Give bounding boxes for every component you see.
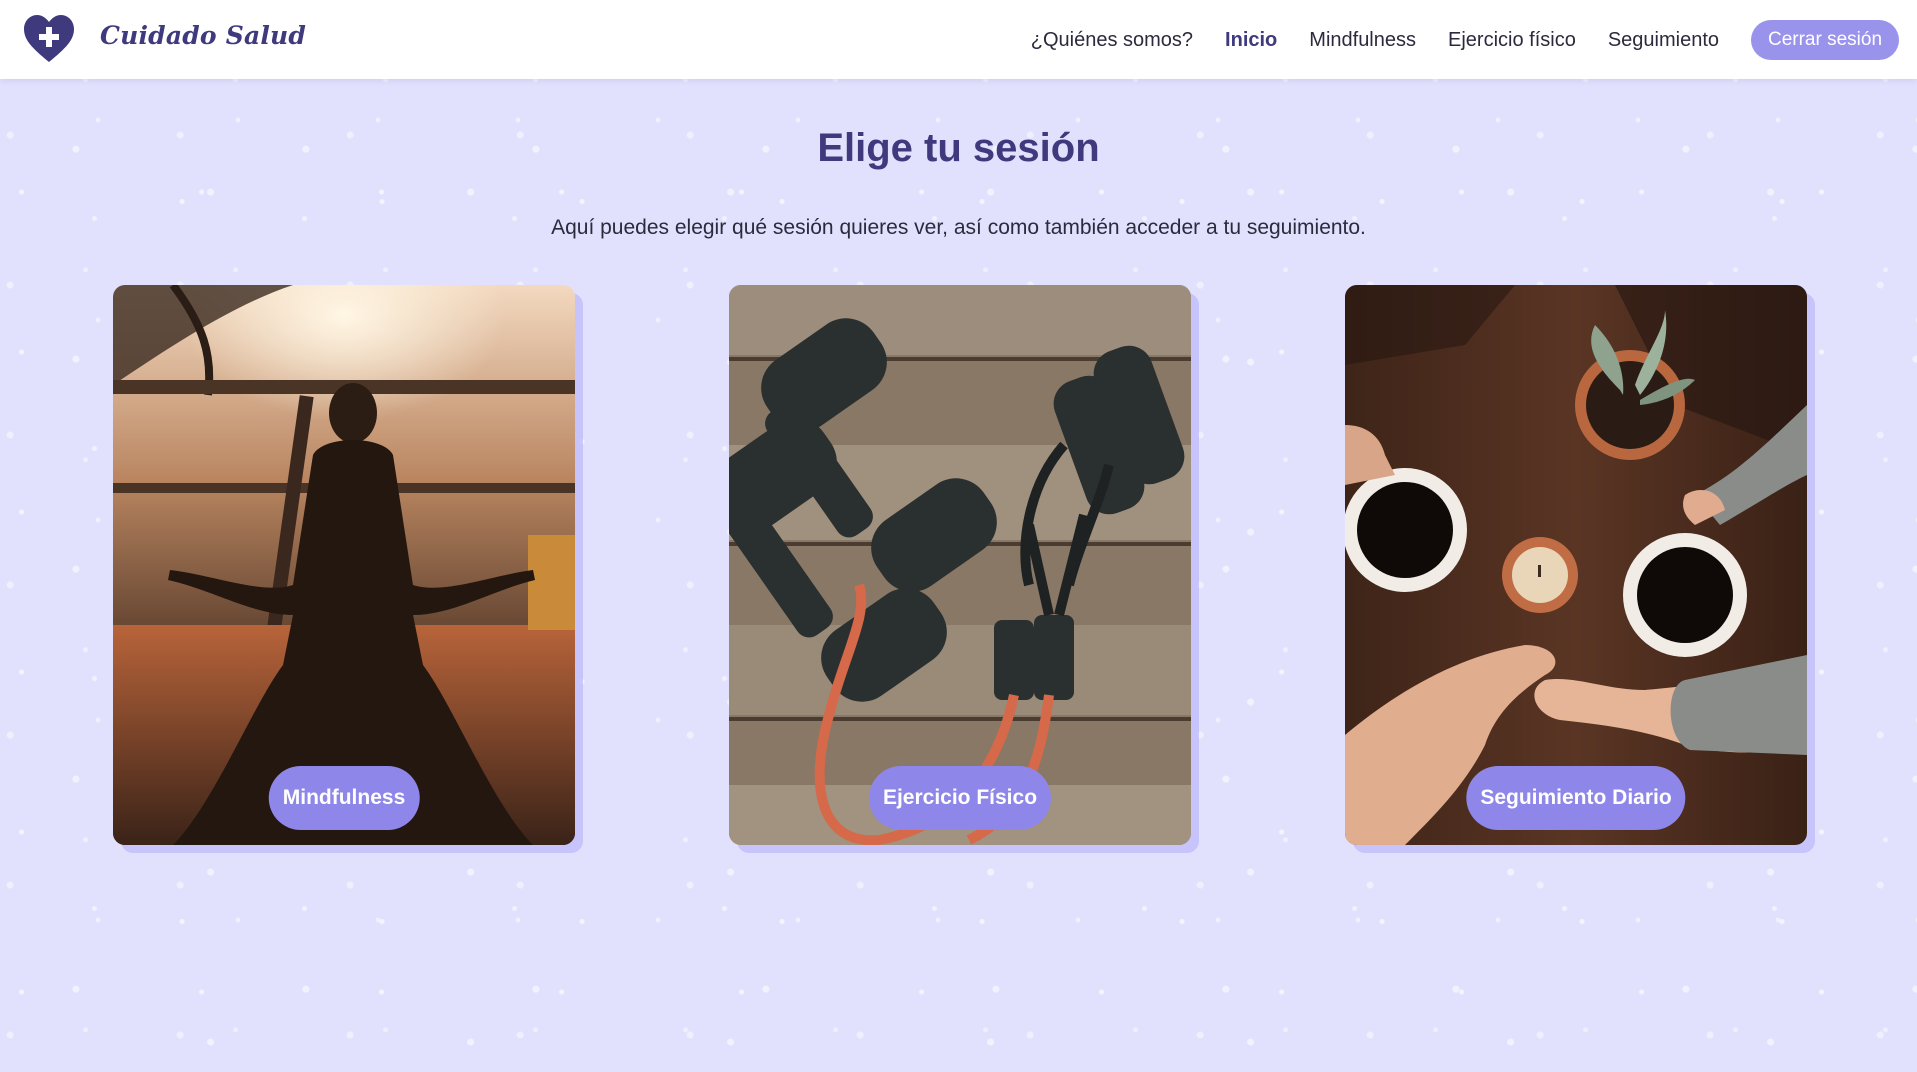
nav-inicio[interactable]: Inicio bbox=[1225, 29, 1277, 52]
mindfulness-button[interactable]: Mindfulness bbox=[268, 766, 420, 830]
nav-ejercicio-fisico[interactable]: Ejercicio físico bbox=[1448, 29, 1576, 52]
main-nav: ¿Quiénes somos? Inicio Mindfulness Ejerc… bbox=[1031, 20, 1899, 60]
dumbbells-resistance-band-photo bbox=[729, 285, 1191, 845]
nav-quienes-somos[interactable]: ¿Quiénes somos? bbox=[1031, 29, 1193, 52]
meditation-sunset-photo bbox=[113, 285, 575, 845]
card-ejercicio-fisico[interactable]: Ejercicio Físico bbox=[729, 285, 1191, 845]
ejercicio-fisico-button[interactable]: Ejercicio Físico bbox=[868, 766, 1052, 830]
nav-seguimiento[interactable]: Seguimiento bbox=[1608, 29, 1719, 52]
nav-mindfulness[interactable]: Mindfulness bbox=[1309, 29, 1416, 52]
page-subtitle: Aquí puedes elegir qué sesión quieres ve… bbox=[551, 216, 1366, 239]
page-title: Elige tu sesión bbox=[817, 126, 1100, 170]
seguimiento-diario-button[interactable]: Seguimiento Diario bbox=[1466, 766, 1686, 830]
coffee-hands-table-photo bbox=[1345, 285, 1807, 845]
logout-button[interactable]: Cerrar sesión bbox=[1751, 20, 1899, 60]
card-mindfulness[interactable]: Mindfulness bbox=[113, 285, 575, 845]
heart-plus-icon[interactable] bbox=[22, 14, 76, 64]
card-seguimiento-diario[interactable]: Seguimiento Diario bbox=[1345, 285, 1807, 845]
brand-name[interactable]: Cuidado Salud bbox=[100, 21, 306, 50]
top-navbar: Cuidado Salud ¿Quiénes somos? Inicio Min… bbox=[0, 0, 1917, 79]
